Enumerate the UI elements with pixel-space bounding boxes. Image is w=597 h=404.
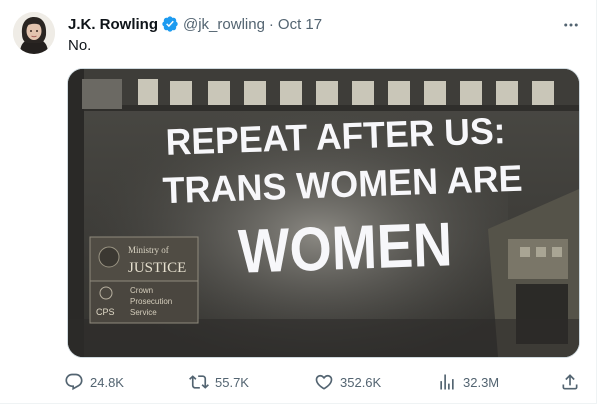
projection-line-3: WOMEN (237, 210, 453, 286)
tweet-text: No. (68, 37, 92, 54)
author-name[interactable]: J.K. Rowling (68, 16, 158, 33)
tweet-date[interactable]: Oct 17 (278, 16, 322, 33)
retweet-button[interactable]: 55.7K (189, 372, 249, 392)
separator-dot: · (268, 15, 274, 33)
action-bar: 24.8K 55.7K 352.6K 32.3M (65, 372, 580, 392)
views-icon (437, 372, 457, 392)
tweet[interactable]: J.K. Rowling @jk_rowling · Oct 17 No. Mi… (0, 0, 597, 404)
reply-count: 24.8K (90, 374, 124, 390)
moj-line1: Ministry of (128, 245, 169, 255)
retweet-count: 55.7K (215, 374, 249, 390)
retweet-icon (189, 372, 209, 392)
like-button[interactable]: 352.6K (314, 372, 381, 392)
cps-line1: Crown (130, 286, 153, 295)
reply-icon (64, 372, 84, 392)
author-handle[interactable]: @jk_rowling (183, 16, 265, 33)
views-count: 32.3M (463, 374, 500, 390)
more-icon[interactable] (560, 14, 582, 36)
reply-button[interactable]: 24.8K (64, 372, 124, 392)
avatar-photo (13, 12, 55, 54)
verified-badge-icon (161, 15, 179, 33)
avatar[interactable] (13, 12, 55, 54)
cps-line2: Prosecution (130, 297, 172, 306)
projection-photo: Ministry of JUSTICE CPS Crown Prosecutio… (68, 69, 579, 357)
share-button[interactable] (560, 372, 580, 392)
moj-line2: JUSTICE (128, 260, 186, 276)
share-icon (560, 372, 580, 392)
cps-line3: Service (130, 308, 157, 317)
cps-abbrev: CPS (96, 307, 115, 317)
like-count: 352.6K (340, 374, 382, 390)
tweet-header: J.K. Rowling @jk_rowling · Oct 17 (68, 14, 322, 34)
like-icon (314, 372, 334, 392)
views-button[interactable]: 32.3M (437, 372, 499, 392)
tweet-media-image[interactable]: Ministry of JUSTICE CPS Crown Prosecutio… (67, 68, 580, 358)
